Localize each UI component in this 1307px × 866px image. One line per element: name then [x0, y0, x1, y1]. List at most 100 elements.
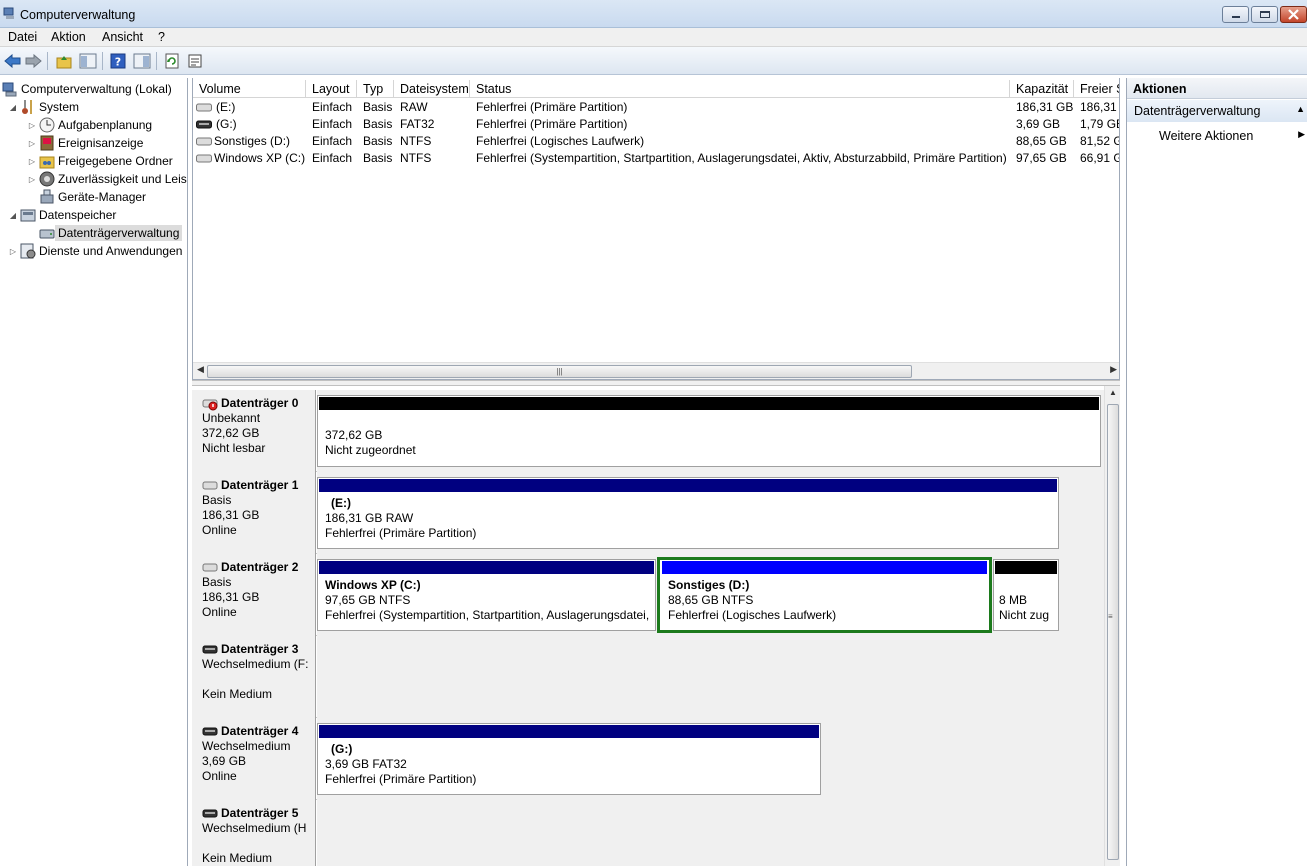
- expanded-arrow-icon[interactable]: ◢: [8, 211, 18, 220]
- toolbar-separator: [156, 52, 157, 70]
- tree-label: Datenspeicher: [39, 208, 117, 222]
- tree-item-datentraegerverwaltung[interactable]: Datenträgerverwaltung: [37, 224, 183, 242]
- cell-freier-speicher: 66,91 GI: [1080, 151, 1119, 165]
- table-row[interactable]: (E:) Einfach Basis RAW Fehlerfrei (Primä…: [193, 99, 1119, 116]
- show-hide-tree-button[interactable]: [79, 52, 97, 70]
- partition-status: Fehlerfrei (Primäre Partition): [325, 772, 477, 786]
- disk-info[interactable]: Datenträger 3 Wechselmedium (F: Kein Med…: [192, 636, 316, 718]
- disk-row: Datenträger 4 Wechselmedium 3,69 GB Onli…: [192, 718, 1104, 800]
- scroll-up-icon[interactable]: ▲: [1109, 388, 1117, 397]
- disk-partition-area: Windows XP (C:) 97,65 GB NTFS Fehlerfrei…: [317, 554, 1104, 636]
- cell-status: Fehlerfrei (Primäre Partition): [476, 100, 628, 114]
- more-actions-link[interactable]: Weitere Aktionen: [1159, 129, 1253, 143]
- partition-unallocated[interactable]: 372,62 GB Nicht zugeordnet: [317, 395, 1101, 467]
- tree-item-ereignisanzeige[interactable]: ▷ Ereignisanzeige: [27, 134, 143, 152]
- scroll-left-icon[interactable]: ◀: [197, 364, 204, 375]
- tree-item-aufgabenplanung[interactable]: ▷ Aufgabenplanung: [27, 116, 152, 134]
- maximize-button[interactable]: [1251, 6, 1278, 23]
- partition-e[interactable]: (E:) 186,31 GB RAW Fehlerfrei (Primäre P…: [317, 477, 1059, 549]
- scrollbar-thumb[interactable]: |||: [207, 365, 912, 378]
- partition-status: Nicht zugeordnet: [325, 443, 416, 457]
- menu-help[interactable]: ?: [158, 30, 165, 44]
- event-viewer-icon: [39, 135, 55, 151]
- disk-row: Datenträger 1 Basis 186,31 GB Online (E:…: [192, 472, 1104, 554]
- table-row[interactable]: Windows XP (C:) Einfach Basis NTFS Fehle…: [193, 150, 1119, 167]
- collapsed-arrow-icon[interactable]: ▷: [27, 139, 37, 148]
- partition-size: 186,31 GB RAW: [325, 511, 414, 525]
- scroll-right-icon[interactable]: ▶: [1110, 364, 1117, 375]
- tree-item-system[interactable]: ◢ System: [8, 98, 79, 116]
- disk-size: 3,69 GB: [202, 754, 247, 768]
- action-pane-button[interactable]: [133, 52, 151, 70]
- partition-unallocated[interactable]: 8 MB Nicht zug: [993, 559, 1059, 631]
- partition-name: Sonstiges (D:): [668, 578, 750, 592]
- tree-item-datenspeicher[interactable]: ◢ Datenspeicher: [8, 206, 116, 224]
- collapsed-arrow-icon[interactable]: ▷: [27, 121, 37, 130]
- refresh-button[interactable]: [163, 52, 181, 70]
- disk-size: 186,31 GB: [202, 508, 260, 522]
- help-icon: ?: [110, 53, 126, 69]
- scrollbar-thumb[interactable]: [1107, 404, 1119, 860]
- tree-item-computerverwaltung[interactable]: Computerverwaltung (Lokal): [2, 80, 172, 98]
- disk-status: Online: [202, 605, 237, 619]
- table-row[interactable]: (G:) Einfach Basis FAT32 Fehlerfrei (Pri…: [193, 116, 1119, 133]
- column-header-status[interactable]: Status: [470, 80, 1010, 98]
- column-header-dateisystem[interactable]: Dateisystem: [394, 80, 470, 98]
- disk-info[interactable]: Datenträger 4 Wechselmedium 3,69 GB Onli…: [192, 718, 316, 800]
- expanded-arrow-icon[interactable]: ◢: [8, 103, 18, 112]
- minimize-button[interactable]: [1222, 6, 1249, 23]
- disk-info[interactable]: Datenträger 2 Basis 186,31 GB Online: [192, 554, 316, 636]
- cell-status: Fehlerfrei (Logisches Laufwerk): [476, 134, 645, 148]
- tree-item-freigegebene-ordner[interactable]: ▷ Freigegebene Ordner: [27, 152, 173, 170]
- cell-dateisystem: RAW: [400, 100, 428, 114]
- submenu-arrow-icon[interactable]: ▶: [1298, 129, 1305, 140]
- tree-item-zuverlaessigkeit[interactable]: ▷ Zuverlässigkeit und Leis: [27, 170, 187, 188]
- column-header-freier-speicher[interactable]: Freier Sp: [1074, 80, 1119, 98]
- partition-d[interactable]: Sonstiges (D:) 88,65 GB NTFS Fehlerfrei …: [657, 557, 992, 633]
- menu-ansicht[interactable]: Ansicht: [102, 30, 143, 44]
- cell-status: Fehlerfrei (Primäre Partition): [476, 117, 628, 131]
- action-pane-icon: [133, 53, 151, 69]
- collapse-up-icon[interactable]: ▲: [1296, 104, 1305, 114]
- partition-g[interactable]: (G:) 3,69 GB FAT32 Fehlerfrei (Primäre P…: [317, 723, 821, 795]
- help-button[interactable]: ?: [109, 52, 127, 70]
- table-row[interactable]: Sonstiges (D:) Einfach Basis NTFS Fehler…: [193, 133, 1119, 150]
- disk-type: Wechselmedium (F:: [202, 657, 309, 671]
- properties-button[interactable]: [186, 52, 204, 70]
- column-header-kapazitaet[interactable]: Kapazität: [1010, 80, 1074, 98]
- disk-name: Datenträger 0: [221, 396, 299, 410]
- cell-typ: Basis: [363, 151, 393, 165]
- column-header-typ[interactable]: Typ: [357, 80, 394, 98]
- partition-status: Fehlerfrei (Logisches Laufwerk): [668, 608, 837, 622]
- column-header-volume[interactable]: Volume: [193, 80, 306, 98]
- partition-status: Fehlerfrei (Primäre Partition): [325, 526, 477, 540]
- collapsed-arrow-icon[interactable]: ▷: [27, 175, 37, 184]
- partition-c[interactable]: Windows XP (C:) 97,65 GB NTFS Fehlerfrei…: [317, 559, 656, 631]
- actions-section-datentraegerverwaltung[interactable]: Datenträgerverwaltung ▲: [1127, 100, 1307, 122]
- primary-partition-bar: [319, 725, 819, 738]
- console-tree-icon: [79, 53, 97, 69]
- tree-label: Aufgabenplanung: [58, 118, 153, 132]
- disk-row: Datenträger 5 Wechselmedium (H Kein Medi…: [192, 800, 1104, 866]
- collapsed-arrow-icon[interactable]: ▷: [27, 157, 37, 166]
- disk-partition-area: (G:) 3,69 GB FAT32 Fehlerfrei (Primäre P…: [317, 718, 1104, 800]
- tree-item-geraete-manager[interactable]: Geräte-Manager: [37, 188, 146, 206]
- vertical-scrollbar[interactable]: ▲ ≡: [1104, 386, 1120, 866]
- back-button[interactable]: [3, 52, 21, 70]
- horizontal-scrollbar[interactable]: ◀ ||| ▶: [193, 362, 1119, 379]
- disk-info[interactable]: Datenträger 5 Wechselmedium (H Kein Medi…: [192, 800, 316, 866]
- tree-item-dienste[interactable]: ▷ Dienste und Anwendungen: [8, 242, 182, 260]
- up-folder-button[interactable]: [55, 52, 73, 70]
- partition-status: Fehlerfrei (Systempartition, Startpartit…: [325, 608, 650, 622]
- column-header-layout[interactable]: Layout: [306, 80, 357, 98]
- collapsed-arrow-icon[interactable]: ▷: [8, 247, 18, 256]
- menu-aktion[interactable]: Aktion: [51, 30, 86, 44]
- close-button[interactable]: [1280, 6, 1307, 23]
- disk-info[interactable]: Datenträger 1 Basis 186,31 GB Online: [192, 472, 316, 554]
- menu-datei[interactable]: Datei: [8, 30, 37, 44]
- cell-dateisystem: NTFS: [400, 134, 432, 148]
- partition-size: 372,62 GB: [325, 428, 383, 442]
- disk-status: Nicht lesbar: [202, 441, 266, 455]
- forward-button[interactable]: [24, 52, 42, 70]
- disk-info[interactable]: Datenträger 0 Unbekannt 372,62 GB Nicht …: [192, 390, 316, 472]
